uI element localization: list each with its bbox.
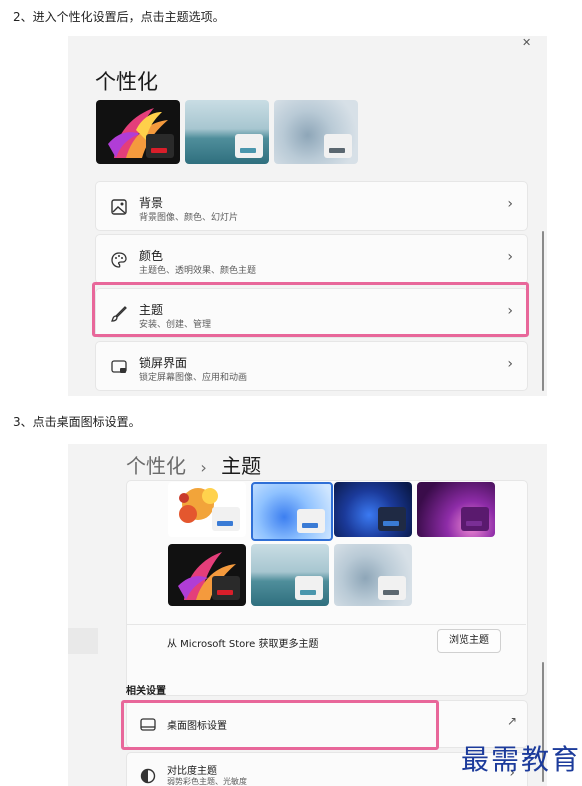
settings-item-label: 背景 <box>139 196 164 210</box>
theme-mini-preview <box>146 134 174 158</box>
theme-mini-preview <box>378 576 406 600</box>
theme-mini-preview <box>297 509 325 533</box>
watermark-text: 最需教育 <box>461 743 582 776</box>
external-link-icon: ↗ <box>506 714 517 728</box>
theme-mini-preview <box>295 576 323 600</box>
settings-item-description: 背景图像、颜色、幻灯片 <box>139 213 239 223</box>
settings-item-label: 锁屏界面 <box>139 356 188 370</box>
chevron-right-icon: › <box>507 196 513 212</box>
theme-mini-preview <box>461 507 489 531</box>
theme-thumbnail-glow[interactable] <box>96 100 180 164</box>
theme-mini-preview <box>378 507 406 531</box>
divider <box>126 624 526 625</box>
related-settings-header: 相关设置 <box>126 686 166 697</box>
step-3-caption: 3、点击桌面图标设置。 <box>13 415 141 429</box>
theme-thumbnail-lake[interactable] <box>185 100 269 164</box>
theme-thumbnail-bloom-dark[interactable] <box>334 482 412 537</box>
image-icon <box>111 199 127 215</box>
theme-thumbnail-splash[interactable] <box>168 482 246 537</box>
settings-item-description: 主题色、透明效果、颜色主题 <box>139 266 257 276</box>
settings-item-description: 锁定屏幕图像、应用和动画 <box>139 373 248 383</box>
chevron-right-icon: › <box>507 356 513 372</box>
theme-mini-preview <box>235 134 263 158</box>
palette-icon <box>111 252 127 268</box>
lock-screen-icon <box>111 360 127 373</box>
settings-window-personalization: ✕ 个性化 背景 背景图像、颜色、幻灯片 › 颜色 主题色、透明效果、颜色主题 … <box>68 36 547 396</box>
settings-window-themes: 个性化 › 主题 从 Microsoft Store 获取更多主题 浏览主题 相… <box>68 444 547 786</box>
page-title: 个性化 <box>95 70 158 94</box>
store-link-text: 从 Microsoft Store 获取更多主题 <box>167 639 319 650</box>
theme-thumbnail-glow[interactable] <box>168 544 246 606</box>
contrast-icon <box>140 768 156 784</box>
chevron-right-icon: › <box>507 249 513 265</box>
theme-thumbnail-lake[interactable] <box>251 544 329 606</box>
theme-mini-preview <box>212 576 240 600</box>
breadcrumb-current: 主题 <box>221 454 262 478</box>
theme-thumbnail-purple[interactable] <box>417 482 495 537</box>
theme-mini-preview <box>324 134 352 158</box>
theme-thumbnail-bloom-gray[interactable] <box>274 100 358 164</box>
settings-item-description: 弱势彩色主题、光敏度 <box>167 777 247 786</box>
step-2-caption: 2、进入个性化设置后，点击主题选项。 <box>13 10 225 24</box>
settings-item-colors[interactable]: 颜色 主题色、透明效果、颜色主题 › <box>95 234 528 284</box>
highlight-box-desktop-icons <box>121 700 439 750</box>
close-button[interactable]: ✕ <box>522 36 531 49</box>
browse-themes-button[interactable]: 浏览主题 <box>437 629 501 653</box>
settings-item-lock-screen[interactable]: 锁屏界面 锁定屏幕图像、应用和动画 › <box>95 341 528 391</box>
highlight-box-themes <box>92 282 529 337</box>
breadcrumb-separator: › <box>200 458 207 477</box>
theme-thumbnail-bloom-light[interactable] <box>251 482 333 541</box>
theme-thumbnail-bloom-gray[interactable] <box>334 544 412 606</box>
settings-item-label: 对比度主题 <box>167 766 217 777</box>
settings-item-background[interactable]: 背景 背景图像、颜色、幻灯片 › <box>95 181 528 231</box>
sidebar-selected-item[interactable] <box>68 628 98 654</box>
breadcrumb: 个性化 › 主题 <box>126 450 261 479</box>
breadcrumb-parent[interactable]: 个性化 <box>126 454 186 478</box>
scrollbar[interactable] <box>542 231 544 391</box>
settings-item-label: 颜色 <box>139 249 164 263</box>
theme-mini-preview <box>212 507 240 531</box>
